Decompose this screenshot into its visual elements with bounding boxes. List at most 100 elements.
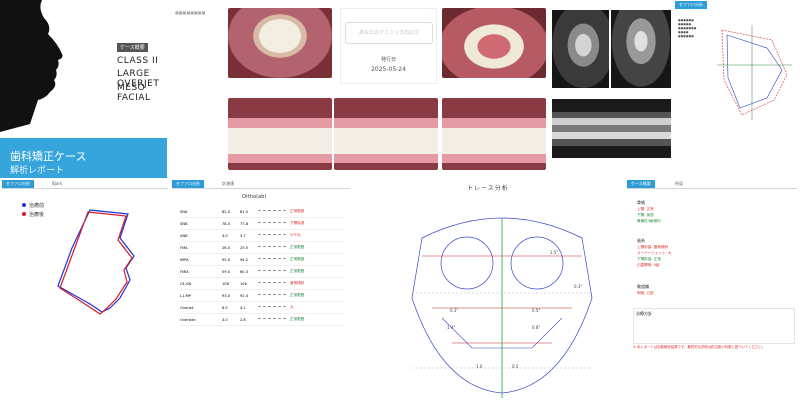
row-value-1: 4.0: [222, 233, 228, 238]
measure-subtab[interactable]: 計測値: [218, 180, 238, 188]
measure-tab[interactable]: セファロ分析: [172, 180, 204, 188]
section-title: 治療方針: [636, 311, 652, 316]
measure-table-title: Ortho(ab): [242, 194, 267, 200]
issue-date: 2025-05-24: [371, 66, 406, 73]
row-name: Overbite: [180, 317, 196, 322]
row-value-1: 6.5: [222, 305, 228, 310]
case-badge: ケース概要: [117, 43, 148, 52]
section-item: 骨格性II級傾向: [637, 219, 661, 223]
row-value-1: 59.0: [222, 269, 231, 274]
frontal-photo: [334, 98, 438, 170]
section-item: 臼歯関係: II級: [637, 263, 660, 267]
lower-occlusal-photo: [442, 8, 546, 78]
row-flag: 正常範囲: [290, 257, 305, 261]
banner-title: 歯科矯正ケース: [10, 150, 87, 163]
measurement-page: セファロ分析 計測値 Ortho(ab) SNA 82.0 81.5 正常範囲 …: [172, 180, 352, 420]
row-bar: [258, 245, 286, 250]
xray-page: [549, 0, 672, 165]
summary-subtab[interactable]: 所見: [671, 180, 687, 188]
section-item: 側貌: 凸型: [637, 291, 654, 295]
trace-label: 0.5°: [532, 308, 541, 313]
left-buccal-photo: [442, 98, 546, 170]
row-value-2: 2.8: [240, 317, 246, 322]
row-value-2: 4.1: [240, 305, 246, 310]
row-value-1: 82.0: [222, 209, 231, 214]
row-name: L1-MP: [180, 293, 191, 298]
trace-label: 1.0: [476, 364, 483, 369]
trace-label: 0.5: [512, 364, 519, 369]
table-row: L1-MP 93.0 92.4 正常範囲: [180, 290, 345, 302]
tracing-diagram: [717, 25, 792, 120]
row-value-1: 78.0: [222, 221, 231, 226]
table-row: SNB 78.0 77.8 下顎後退: [180, 218, 345, 230]
row-flag: やや大: [290, 233, 301, 237]
summary-page: ケース概要 所見 骨格 上顎: 正常 下顎: 後退 骨格性II級傾向 歯系 上顎…: [625, 180, 800, 420]
overlay-tab[interactable]: セファロ分析: [2, 180, 34, 188]
summary-section: 歯系 上顎前歯: 唇側傾斜 オーバージェット: 大 下顎前歯: 正常 臼歯関係:…: [637, 238, 787, 268]
profile-after-line: [59, 211, 133, 315]
table-row: IMPA 95.0 94.2 正常範囲: [180, 254, 345, 266]
measure-table: SNA 82.0 81.5 正常範囲 SNB 78.0 77.8 下顎後退 AN…: [180, 206, 345, 326]
case-line-1: CLASS II: [117, 56, 159, 66]
row-value-1: 3.0: [222, 317, 228, 322]
table-row: Overjet 6.5 4.1 大: [180, 302, 345, 314]
legend-item-after: 治療後: [22, 211, 44, 220]
row-value-1: 26.0: [222, 245, 231, 250]
banner-subtitle: 解析レポート: [10, 166, 65, 176]
row-name: U1-SN: [180, 281, 192, 286]
table-row: FMA 26.0 25.5 正常範囲: [180, 242, 345, 254]
trace-label: 1.5°: [550, 250, 559, 255]
row-bar: [258, 269, 286, 274]
row-bar: [258, 305, 286, 310]
row-name: FMA: [180, 245, 188, 250]
row-flag: 正常範囲: [290, 293, 305, 297]
trace-label: 0.3°: [574, 284, 583, 289]
trace-title: トレース分析: [467, 185, 509, 192]
case-line-3: MESO FACIAL: [117, 83, 151, 103]
table-row: U1-SN 108 106 唇側傾斜: [180, 278, 345, 290]
row-bar: [258, 209, 286, 214]
row-value-1: 95.0: [222, 257, 231, 262]
clinic-info-card: あなたのクリニックのロゴ 発行日 2025-05-24: [340, 8, 437, 84]
legend-dot-before: [22, 203, 26, 207]
row-bar: [258, 317, 286, 322]
row-flag: 正常範囲: [290, 269, 305, 273]
overlay-subtab[interactable]: Bjork: [48, 180, 66, 188]
trace-label: 0.3°: [450, 308, 459, 313]
title-banner: 歯科矯正ケース 解析レポート: [0, 138, 167, 178]
photo-page: ■■■■■■■■ あなたのクリニックのロゴ 発行日 2025-05-24: [170, 0, 550, 175]
row-flag: 唇側傾斜: [290, 281, 305, 285]
row-value-2: 92.4: [240, 293, 249, 298]
face-silhouette: [0, 0, 63, 132]
legend-item-before: 治療前: [22, 202, 44, 211]
row-bar: [258, 281, 286, 286]
trace-label: 1.4°: [447, 325, 456, 330]
lateral-ceph-xray: [552, 10, 609, 88]
overlay-divider: [2, 188, 168, 189]
row-value-2: 94.2: [240, 257, 249, 262]
pa-ceph-xray: [611, 10, 671, 88]
row-bar: [258, 257, 286, 262]
row-value-2: 77.8: [240, 221, 249, 226]
panoramic-xray: [552, 99, 671, 158]
ceph-tracing-page: セファロ分析 ●●●●●● ●●●●● ●●●●●●● ●●●● ●●●●●●: [672, 0, 800, 165]
table-row: Overbite 3.0 2.8 正常範囲: [180, 314, 345, 326]
upper-occlusal-photo: [228, 8, 332, 78]
row-flag: 下顎後退: [290, 221, 305, 225]
summary-note: ※ 本レポートは自動解析結果です。最終的な診断は担当医の判断に基づいてください。: [633, 345, 766, 349]
frontal-trace-diagram: [411, 217, 593, 398]
summary-section: 骨格 上顎: 正常 下顎: 後退 骨格性II級傾向: [637, 200, 787, 224]
tracing-tab[interactable]: セファロ分析: [675, 1, 707, 9]
summary-tab[interactable]: ケース概要: [627, 180, 655, 188]
row-value-2: 3.7: [240, 233, 246, 238]
legend-label-after: 治療後: [29, 212, 45, 218]
row-name: FMIA: [180, 269, 189, 274]
row-flag: 正常範囲: [290, 317, 305, 321]
row-name: ANB: [180, 233, 188, 238]
row-flag: 大: [290, 305, 294, 309]
legend: 治療前 治療後: [22, 202, 44, 220]
row-bar: [258, 293, 286, 298]
clinic-logo-placeholder: あなたのクリニックのロゴ: [345, 22, 433, 44]
row-bar: [258, 221, 286, 226]
trace-label: 0.8°: [532, 325, 541, 330]
